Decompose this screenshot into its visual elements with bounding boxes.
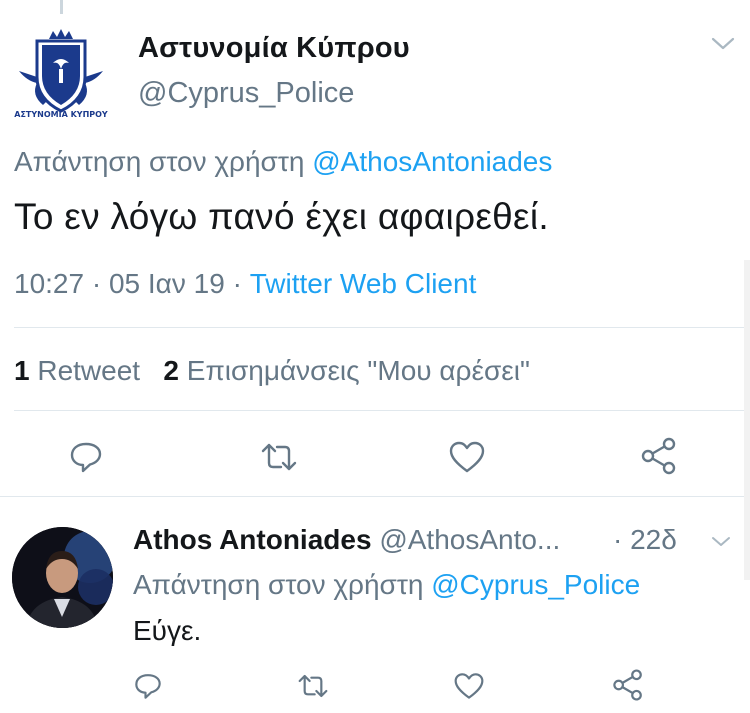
like-button[interactable] [447, 437, 487, 477]
tweet-text: Το εν λόγω πανό έχει αφαιρεθεί. [14, 196, 549, 237]
reply-header: Athos Antoniades @AthosAnto... · 22δ [133, 524, 677, 556]
share-icon [613, 669, 642, 701]
reply-author-handle[interactable]: @AthosAnto... [379, 524, 560, 555]
tweet-stats: 1 Retweet 2 Επισημάνσεις "Μου αρέσει" [14, 355, 530, 387]
divider [14, 410, 744, 411]
like-icon [449, 441, 485, 473]
tweet-client-link[interactable]: Twitter Web Client [250, 268, 477, 299]
athos-avatar[interactable] [12, 527, 113, 628]
tweet-menu-button[interactable] [710, 34, 736, 59]
thread-line [60, 0, 63, 14]
reply-mention-link[interactable]: @AthosAntoniades [312, 146, 552, 177]
chevron-down-icon [712, 537, 730, 546]
retweet-icon [261, 443, 297, 471]
retweets-stat[interactable]: 1 Retweet [14, 355, 140, 386]
like-label: Επισημάνσεις "Μου αρέσει" [186, 355, 530, 386]
reply-context: Απάντηση στον χρήστη @AthosAntoniades [14, 146, 552, 178]
reply-text: Εύγε. [133, 615, 202, 646]
tweet-meta: 10:27 · 05 Ιαν 19 · Twitter Web Client [14, 268, 476, 300]
reply-author-name[interactable]: Athos Antoniades [133, 524, 372, 555]
scrollbar-track[interactable] [744, 260, 750, 580]
retweet-count: 1 [14, 355, 30, 386]
logo-ring-text: ΑΣΤΥΝΟΜΙΑ ΚΥΠΡΟΥ [14, 110, 108, 119]
section-divider [0, 496, 750, 497]
reply-button[interactable] [131, 669, 165, 703]
reply-button[interactable] [66, 437, 106, 477]
likes-stat[interactable]: 2 Επισημάνσεις "Μου αρέσει" [163, 355, 529, 386]
share-button[interactable] [610, 667, 646, 703]
tweet-date: 05 Ιαν 19 [108, 268, 225, 299]
profile-photo [12, 527, 113, 628]
share-button[interactable] [638, 435, 680, 477]
reply-icon [135, 674, 161, 699]
reply-context: Απάντηση στον χρήστη @Cyprus_Police [133, 569, 640, 601]
retweet-button[interactable] [257, 437, 301, 477]
retweet-button[interactable] [295, 669, 331, 703]
reply-icon [70, 442, 102, 473]
reply-prefix: Απάντηση στον χρήστη [14, 146, 305, 177]
like-count: 2 [163, 355, 179, 386]
like-icon [454, 673, 484, 699]
tweet-time: 10:27 [14, 268, 85, 299]
meta-separator: · [232, 268, 242, 299]
author-handle[interactable]: @Cyprus_Police [138, 77, 354, 110]
divider [14, 327, 744, 328]
share-icon [641, 437, 676, 475]
like-button[interactable] [452, 669, 486, 703]
reply-menu-button[interactable] [710, 534, 732, 555]
author-name[interactable]: Αστυνομία Κύπρου [138, 32, 410, 65]
retweet-icon [298, 674, 328, 698]
chevron-down-icon [711, 37, 735, 50]
reply-mention-link[interactable]: @Cyprus_Police [431, 569, 640, 600]
retweet-label: Retweet [37, 355, 141, 386]
meta-separator: · [91, 268, 102, 299]
cyprus-police-avatar[interactable]: ΑΣΤΥΝΟΜΙΑ ΚΥΠΡΟΥ [12, 22, 110, 120]
reply-prefix: Απάντηση στον χρήστη [133, 569, 424, 600]
police-crest-logo: ΑΣΤΥΝΟΜΙΑ ΚΥΠΡΟΥ [14, 29, 108, 119]
reply-time[interactable]: · 22δ [613, 524, 677, 556]
